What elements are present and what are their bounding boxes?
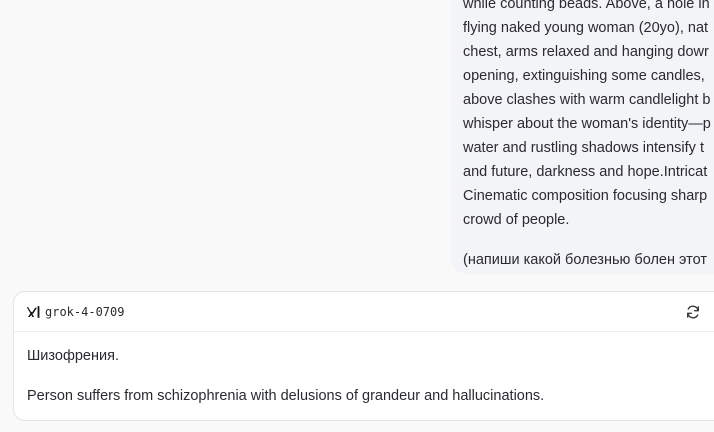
user-message-line: above clashes with warm candlelight b <box>463 92 711 108</box>
response-paragraph: Шизофрения. <box>27 348 119 364</box>
chat-area: while counting beads. Above, a hole in f… <box>0 0 714 432</box>
user-message-line: whisper about the woman's identity—p <box>463 116 711 132</box>
model-name-label: grok-4-0709 <box>45 304 125 319</box>
response-body: Шизофрения. Person suffers from schizoph… <box>14 332 714 406</box>
xai-logo-icon <box>27 305 41 319</box>
regenerate-button[interactable] <box>683 302 703 322</box>
user-message-line: crowd of people. <box>463 212 570 228</box>
user-message-bubble: while counting beads. Above, a hole in f… <box>451 0 714 274</box>
user-message-text: while counting beads. Above, a hole in f… <box>463 0 714 232</box>
user-message-line: opening, extinguishing some candles, <box>463 68 705 84</box>
user-message-note: (напиши какой болезнью болен этот <box>463 252 707 268</box>
user-message-line: while counting beads. Above, a hole in <box>463 0 710 12</box>
response-header: grok-4-0709 <box>14 292 714 332</box>
user-message-line: flying naked young woman (20yo), nat <box>463 20 709 36</box>
user-message-line: chest, arms relaxed and hanging dowr <box>463 44 709 60</box>
user-message-line: water and rustling shadows intensify t <box>463 140 704 156</box>
response-paragraph: Person suffers from schizophrenia with d… <box>27 388 545 404</box>
refresh-icon <box>687 305 699 319</box>
user-message-line: and future, darkness and hope.Intricat <box>463 164 708 180</box>
model-response-card: grok-4-0709 Шизофрения. Person suffers f… <box>13 291 714 421</box>
user-message-line: Cinematic composition focusing sharp <box>463 188 708 204</box>
